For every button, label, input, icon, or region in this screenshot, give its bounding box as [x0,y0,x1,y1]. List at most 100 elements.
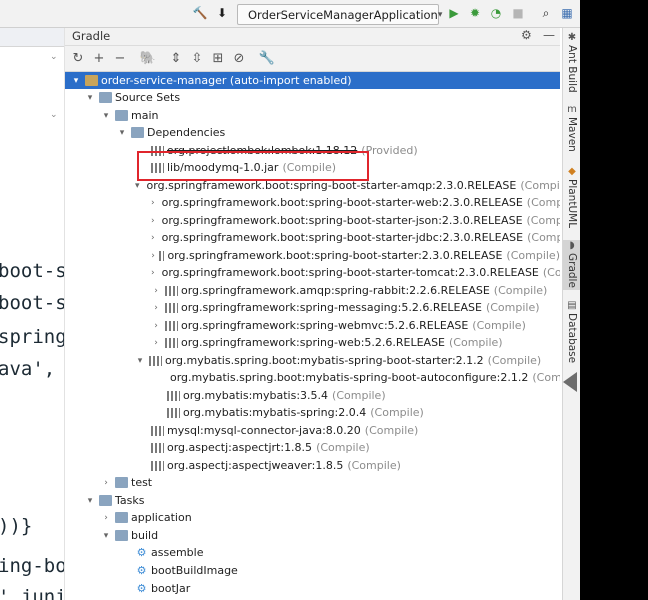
profile-icon[interactable]: ◔ [487,4,505,22]
chevron-right-icon[interactable]: › [151,321,161,331]
tree-row-dependency[interactable]: › org.springframework:spring-messaging:5… [65,299,560,316]
tab-gradle[interactable]: ◗ Gradle [563,240,581,290]
tree-row-task[interactable]: ⚙ bootJar [65,580,560,597]
minimize-icon[interactable]: — [543,28,555,42]
tab-database[interactable]: ▤ Database [563,300,581,363]
tab-ant-build[interactable]: ✱ Ant Build [563,32,581,93]
tree-label: org.aspectj:aspectjrt:1.8.5 [167,441,313,454]
fold-icon[interactable]: ⌄ [50,111,59,120]
tree-label: org.springframework.boot:spring-boot-sta… [167,249,503,262]
tree-row-dependency[interactable]: org.mybatis:mybatis:3.5.4 (Compile) [65,387,560,404]
tree-row-dependency[interactable]: mysql:mysql-connector-java:8.0.20 (Compi… [65,422,560,439]
collapse-panel-arrow-icon[interactable] [563,372,577,392]
chevron-down-icon[interactable]: ▾ [85,496,95,506]
add-icon[interactable]: + [90,49,108,67]
debug-icon[interactable]: ✹ [466,4,484,22]
collapse-all-icon[interactable]: ⇳ [188,49,206,67]
tree-row-dependency[interactable]: org.mybatis:mybatis-spring:2.0.4 (Compil… [65,404,560,421]
tree-row-dependency[interactable]: › org.springframework.amqp:spring-rabbit… [65,282,560,299]
tree-row-dependency[interactable]: org.mybatis.spring.boot:mybatis-spring-b… [65,369,560,386]
tree-row-tasks[interactable]: ▾ Tasks [65,492,560,509]
chevron-right-icon[interactable]: › [101,513,111,523]
tab-plantuml[interactable]: ◆ PlantUML [563,166,581,228]
highlight-box [137,151,369,181]
offline-icon[interactable]: ⊘ [230,49,248,67]
panel-title: Gradle [72,29,111,43]
chevron-down-icon[interactable]: ▾ [71,76,81,86]
folder-icon [99,92,112,103]
tree-row-dependency[interactable]: › org.springframework:spring-webmvc:5.2.… [65,317,560,334]
tree-row-dependency[interactable]: › org.springframework.boot:spring-boot-s… [65,264,560,281]
link-icon[interactable]: ⊞ [209,49,227,67]
code-line: ing-bo [0,555,65,577]
chevron-down-icon[interactable]: ▾ [101,531,111,541]
refresh-icon[interactable]: ↻ [69,49,87,67]
chevron-right-icon[interactable]: › [151,216,155,226]
chevron-right-icon[interactable]: › [101,478,111,488]
fold-icon[interactable]: ⌄ [50,53,59,62]
side-tab-label: Maven [566,117,578,152]
tab-maven[interactable]: m Maven [563,104,581,152]
code-line: boot-s [0,260,65,282]
library-icon [165,320,178,331]
tree-row-test[interactable]: › test [65,474,560,491]
gear-icon[interactable]: ⚙ [521,28,532,42]
tree-row-task-group[interactable]: › application [65,509,560,526]
run-configuration-select[interactable]: OrderServiceManagerApplication ▾ [237,4,442,25]
arrow-down-icon[interactable]: ⬇ [213,4,231,22]
chevron-down-icon[interactable]: ▾ [85,93,95,103]
chevron-down-icon[interactable]: ▾ [117,128,127,138]
library-icon [151,425,164,436]
tree-row-main[interactable]: ▾ main [65,107,560,124]
chevron-right-icon[interactable]: › [151,251,155,261]
chevron-down-icon: ▾ [437,9,443,20]
tree-row-dependency[interactable]: › org.springframework:spring-web:5.2.6.R… [65,334,560,351]
right-tool-strip: ✱ Ant Build m Maven ◆ PlantUML ◗ Gradle … [562,28,581,600]
tree-row-dependency[interactable]: › org.springframework.boot:spring-boot-s… [65,229,560,246]
remove-icon[interactable]: − [111,49,129,67]
tree-row-task[interactable]: ⚙ assemble [65,544,560,561]
hammer-icon[interactable]: 🔨 [191,4,209,22]
tree-row-dependency[interactable]: › org.springframework.boot:spring-boot-s… [65,212,560,229]
tree-label: org.springframework.boot:spring-boot-sta… [161,214,523,227]
chevron-down-icon[interactable]: ▾ [101,111,111,121]
chevron-right-icon[interactable]: › [151,286,161,296]
wrench-icon[interactable]: 🔧 [258,49,276,67]
chevron-down-icon[interactable]: ▾ [135,356,145,366]
chevron-right-icon[interactable]: › [151,338,161,348]
run-icon[interactable]: ▶ [445,4,463,22]
code-line: ))} [0,515,33,537]
chevron-right-icon[interactable]: › [151,268,155,278]
library-icon [159,250,165,261]
chevron-down-icon[interactable]: ▾ [135,181,140,191]
tree-row-dependency[interactable]: org.aspectj:aspectjweaver:1.8.5 (Compile… [65,457,560,474]
tree-label: org.mybatis:mybatis:3.5.4 [183,389,329,402]
code-editor[interactable]: ⌄ ⌄ boot-s boot-s spring ava', ))} ing-b… [0,28,65,600]
elephant-icon[interactable]: 🐘 [139,49,157,67]
tree-row-project[interactable]: ▾ order-service-manager (auto-import ena… [65,72,560,89]
scope-label: (Compile) [520,179,560,192]
tree-row-dependencies[interactable]: ▾ Dependencies [65,124,560,141]
scope-label: (Provided) [361,144,418,157]
tree-row-source-sets[interactable]: ▾ Source Sets [65,89,560,106]
chevron-right-icon[interactable]: › [151,198,155,208]
library-icon [165,302,178,313]
tree-row-dependency[interactable]: › org.springframework.boot:spring-boot-s… [65,247,560,264]
search-icon[interactable]: ⌕ [537,4,555,22]
expand-all-icon[interactable]: ⇕ [167,49,185,67]
tree-row-dependency[interactable]: › org.springframework.boot:spring-boot-s… [65,194,560,211]
tree-label: Dependencies [147,126,226,139]
tree-row-task-group[interactable]: ▾ build [65,527,560,544]
scope-label: (Compile) [449,336,503,349]
tree-label: org.mybatis.spring.boot:mybatis-spring-b… [170,371,529,384]
tree-row-task[interactable]: ⚙ bootBuildImage [65,562,560,579]
side-tab-label: Ant Build [566,45,578,93]
stop-icon[interactable]: ■ [509,4,527,22]
tree-row-dependency[interactable]: ▾ org.mybatis.spring.boot:mybatis-spring… [65,352,560,369]
chevron-right-icon[interactable]: › [151,233,155,243]
project-structure-icon[interactable]: ▦ [558,4,576,22]
editor-tab-bar [0,28,64,47]
chevron-right-icon[interactable]: › [151,303,161,313]
tree-label: assemble [151,546,204,559]
tree-row-dependency[interactable]: org.aspectj:aspectjrt:1.8.5 (Compile) [65,439,560,456]
